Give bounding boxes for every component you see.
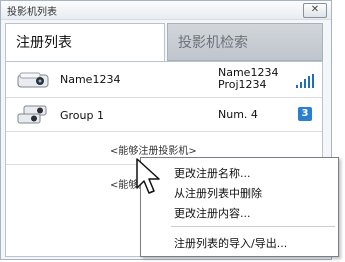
title-bar: 投影机列表 ✕ — [1, 1, 331, 20]
group-number-badge: 3 — [298, 107, 312, 121]
tab-registration-list[interactable]: 注册列表 — [5, 23, 165, 61]
menu-item-delete[interactable]: 从注册列表中删除 — [174, 185, 262, 201]
projector-group-icon — [17, 105, 47, 124]
window-title: 投影机列表 — [7, 7, 57, 18]
menu-separator — [171, 226, 335, 227]
close-button[interactable]: ✕ — [303, 3, 327, 18]
menu-item-import-export[interactable]: 注册列表的导入/导出... — [174, 235, 287, 251]
menu-item-rename[interactable]: 更改注册名称... — [174, 165, 251, 181]
list-item-group[interactable]: Group 1 Num. 4 3 — [6, 98, 322, 132]
menu-item-edit[interactable]: 更改注册内容... — [174, 205, 251, 221]
item-name: Group 1 — [60, 109, 104, 122]
mouse-pointer-icon — [136, 158, 160, 194]
tab-projector-search[interactable]: 投影机检索 — [167, 23, 323, 61]
signal-strength-icon — [296, 74, 316, 88]
empty-slot-hint: <能够注册投影机> — [110, 146, 197, 157]
item-meta-line2: Proj1234 — [218, 78, 267, 91]
item-name: Name1234 — [60, 73, 121, 86]
list-item-projector[interactable]: Name1234 Name1234 Proj1234 — [6, 62, 322, 98]
projector-icon — [17, 72, 49, 88]
context-menu: 更改注册名称... 从注册列表中删除 更改注册内容... 注册列表的导入/导出.… — [140, 157, 339, 257]
item-count: Num. 4 — [218, 108, 258, 121]
